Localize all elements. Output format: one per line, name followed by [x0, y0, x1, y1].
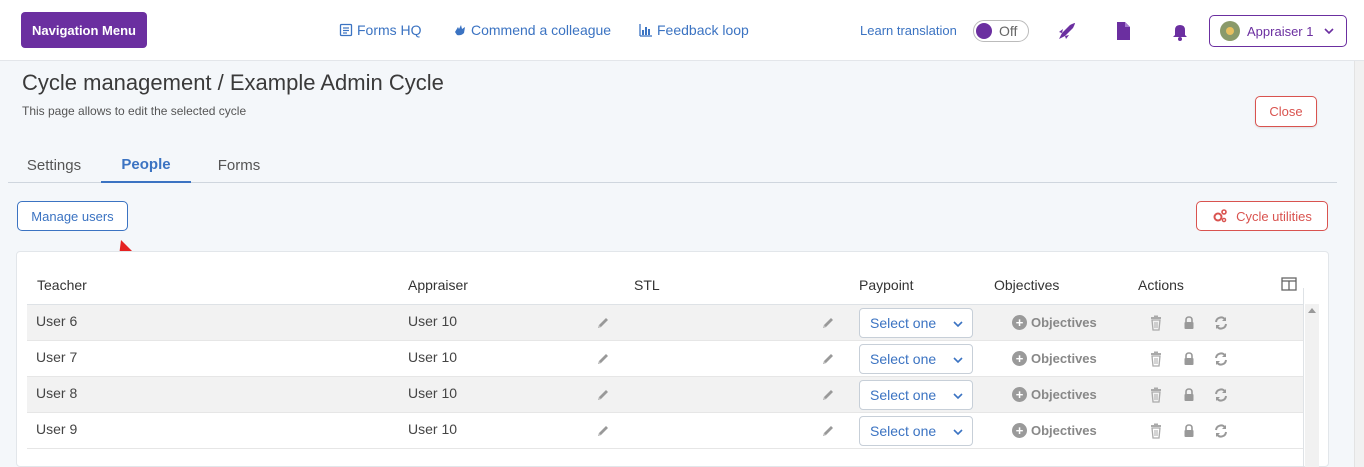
- edit-stl-pencil-icon[interactable]: [821, 388, 835, 402]
- navigation-menu-button[interactable]: Navigation Menu: [21, 12, 147, 48]
- column-header-objectives[interactable]: Objectives: [994, 277, 1059, 293]
- add-objectives-button[interactable]: + Objectives: [1012, 387, 1097, 402]
- column-header-teacher[interactable]: Teacher: [37, 277, 87, 293]
- add-objectives-button[interactable]: + Objectives: [1012, 351, 1097, 366]
- feedback-loop-link[interactable]: Feedback loop: [639, 22, 749, 38]
- sync-icon[interactable]: [1213, 423, 1229, 439]
- cycle-utilities-button[interactable]: Cycle utilities: [1196, 201, 1328, 231]
- tab-bar: Settings People Forms: [8, 148, 1337, 183]
- close-button[interactable]: Close: [1255, 96, 1317, 127]
- lock-icon[interactable]: [1181, 387, 1197, 403]
- tab-forms[interactable]: Forms: [200, 148, 278, 183]
- plus-circle-icon: +: [1012, 315, 1027, 330]
- lock-icon[interactable]: [1181, 351, 1197, 367]
- objectives-label: Objectives: [1031, 315, 1097, 330]
- edit-stl-pencil-icon[interactable]: [821, 352, 835, 366]
- paypoint-select[interactable]: Select one: [859, 380, 973, 410]
- column-header-stl[interactable]: STL: [634, 277, 660, 293]
- gears-icon: [1213, 209, 1227, 223]
- commend-colleague-label: Commend a colleague: [471, 22, 612, 38]
- trash-icon[interactable]: [1148, 315, 1164, 331]
- appraiser-cell: User 10: [408, 349, 458, 365]
- appraiser-cell: User 10: [408, 313, 458, 329]
- commend-colleague-link[interactable]: Commend a colleague: [453, 22, 611, 38]
- table-scrollbar[interactable]: [1305, 304, 1319, 467]
- learn-translation-label: Learn translation: [860, 23, 957, 38]
- edit-stl-pencil-icon[interactable]: [821, 316, 835, 330]
- column-header-appraiser[interactable]: Appraiser: [408, 277, 468, 293]
- teacher-cell: User 6: [36, 313, 78, 329]
- page-subtitle: This page allows to edit the selected cy…: [22, 104, 247, 118]
- document-icon[interactable]: [1112, 20, 1134, 42]
- paypoint-select-value: Select one: [870, 423, 937, 439]
- table-column-divider: [1303, 288, 1304, 467]
- sync-icon[interactable]: [1213, 351, 1229, 367]
- chevron-down-icon: [1324, 28, 1335, 35]
- paypoint-select-value: Select one: [870, 387, 937, 403]
- appraiser-cell: User 10: [408, 421, 458, 437]
- toggle-knob: [976, 23, 992, 39]
- avatar: [1220, 21, 1240, 41]
- sync-icon[interactable]: [1213, 315, 1229, 331]
- paypoint-select-value: Select one: [870, 315, 937, 331]
- rocket-icon[interactable]: [1056, 20, 1078, 42]
- trash-icon[interactable]: [1148, 387, 1164, 403]
- edit-appraiser-pencil-icon[interactable]: [596, 352, 610, 366]
- edit-stl-pencil-icon[interactable]: [821, 424, 835, 438]
- objectives-label: Objectives: [1031, 423, 1097, 438]
- plus-circle-icon: +: [1012, 387, 1027, 402]
- sync-icon[interactable]: [1213, 387, 1229, 403]
- paypoint-select[interactable]: Select one: [859, 344, 973, 374]
- bell-icon[interactable]: [1169, 20, 1191, 42]
- trash-icon[interactable]: [1148, 351, 1164, 367]
- table-row: User 7 User 10 Select one + Objectives: [27, 341, 1303, 377]
- trash-icon[interactable]: [1148, 423, 1164, 439]
- hand-icon: [455, 25, 465, 36]
- teacher-cell: User 8: [36, 385, 78, 401]
- manage-users-button[interactable]: Manage users: [17, 201, 128, 231]
- page-scrollbar[interactable]: [1354, 61, 1364, 467]
- tab-settings[interactable]: Settings: [8, 148, 100, 183]
- add-objectives-button[interactable]: + Objectives: [1012, 423, 1097, 438]
- plus-circle-icon: +: [1012, 351, 1027, 366]
- people-table-card: Teacher Appraiser STL Paypoint Objective…: [16, 251, 1329, 467]
- appraiser-cell: User 10: [408, 385, 458, 401]
- translation-toggle[interactable]: Off: [973, 20, 1029, 42]
- bar-chart-icon: [639, 24, 652, 37]
- tab-people[interactable]: People: [101, 148, 191, 183]
- forms-hq-label: Forms HQ: [357, 22, 422, 38]
- columns-toggle-icon[interactable]: [1281, 277, 1297, 291]
- forms-hq-link[interactable]: Forms HQ: [339, 22, 422, 38]
- lock-icon[interactable]: [1181, 423, 1197, 439]
- toggle-state-label: Off: [999, 23, 1018, 39]
- column-header-paypoint[interactable]: Paypoint: [859, 277, 913, 293]
- feedback-loop-label: Feedback loop: [657, 22, 749, 38]
- teacher-cell: User 7: [36, 349, 78, 365]
- objectives-label: Objectives: [1031, 351, 1097, 366]
- column-header-actions[interactable]: Actions: [1138, 277, 1184, 293]
- edit-appraiser-pencil-icon[interactable]: [596, 424, 610, 438]
- add-objectives-button[interactable]: + Objectives: [1012, 315, 1097, 330]
- objectives-label: Objectives: [1031, 387, 1097, 402]
- forms-icon: [339, 23, 353, 37]
- top-bar: Navigation Menu Forms HQ Commend a colle…: [0, 0, 1364, 61]
- paypoint-select[interactable]: Select one: [859, 308, 973, 338]
- edit-appraiser-pencil-icon[interactable]: [596, 316, 610, 330]
- table-row: User 6 User 10 Select one + Objectives: [27, 305, 1303, 341]
- paypoint-select-value: Select one: [870, 351, 937, 367]
- page-title: Cycle management / Example Admin Cycle: [22, 70, 444, 95]
- teacher-cell: User 9: [36, 421, 78, 437]
- table-row: User 8 User 10 Select one + Objectives: [27, 377, 1303, 413]
- user-menu-dropdown[interactable]: Appraiser 1: [1209, 15, 1347, 47]
- lock-icon[interactable]: [1181, 315, 1197, 331]
- edit-appraiser-pencil-icon[interactable]: [596, 388, 610, 402]
- table-row: User 9 User 10 Select one + Objectives: [27, 413, 1303, 449]
- plus-circle-icon: +: [1012, 423, 1027, 438]
- cycle-utilities-label: Cycle utilities: [1236, 208, 1312, 224]
- paypoint-select[interactable]: Select one: [859, 416, 973, 446]
- user-menu-label: Appraiser 1: [1247, 23, 1314, 39]
